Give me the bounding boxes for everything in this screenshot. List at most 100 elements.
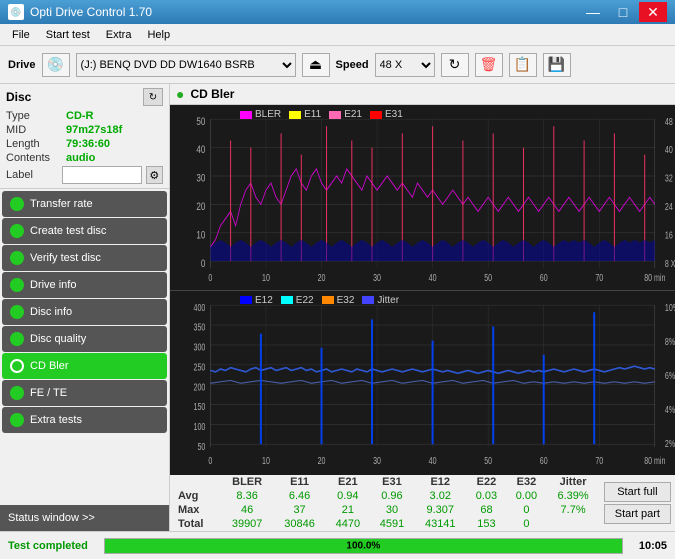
menu-extra[interactable]: Extra xyxy=(98,27,140,43)
status-window-label: Status window >> xyxy=(8,512,95,524)
nav-disc-info[interactable]: Disc info xyxy=(2,299,167,325)
legend-e32-label: E32 xyxy=(337,295,355,306)
avg-e12: 3.02 xyxy=(414,489,466,503)
svg-text:50: 50 xyxy=(484,454,492,466)
nav-extra-tests[interactable]: Extra tests xyxy=(2,407,167,433)
legend-e21: E21 xyxy=(329,109,362,120)
status-text: Test completed xyxy=(8,540,88,552)
disc-section: Disc ↻ Type CD-R MID 97m27s18f Length 79… xyxy=(0,84,169,189)
start-full-button[interactable]: Start full xyxy=(604,482,671,502)
maximize-button[interactable]: □ xyxy=(609,2,637,22)
legend-e12-label: E12 xyxy=(255,295,273,306)
total-bler: 39907 xyxy=(221,517,273,531)
max-e21: 21 xyxy=(326,503,370,517)
svg-text:20: 20 xyxy=(196,201,205,214)
total-jitter xyxy=(546,517,599,531)
nav-icon-cd-bler xyxy=(10,359,24,373)
legend-e22: E22 xyxy=(281,295,314,306)
save-button[interactable]: 💾 xyxy=(543,53,571,77)
nav-list: Transfer rate Create test disc Verify te… xyxy=(0,189,169,505)
svg-text:10: 10 xyxy=(262,272,270,284)
stats-header-e31: E31 xyxy=(370,475,414,489)
chart-title: CD Bler xyxy=(190,87,234,101)
svg-text:70: 70 xyxy=(595,454,603,466)
nav-transfer-rate[interactable]: Transfer rate xyxy=(2,191,167,217)
svg-text:4%: 4% xyxy=(665,403,675,415)
stats-max-row: Max 46 37 21 30 9.307 68 0 7.7% xyxy=(170,503,600,517)
total-e21: 4470 xyxy=(326,517,370,531)
max-bler: 46 xyxy=(221,503,273,517)
svg-text:8%: 8% xyxy=(665,335,675,347)
legend-jitter-label: Jitter xyxy=(377,295,399,306)
stats-avg-row: Avg 8.36 6.46 0.94 0.96 3.02 0.03 0.00 6… xyxy=(170,489,600,503)
status-window-btn[interactable]: Status window >> xyxy=(0,505,169,531)
stats-header-e12: E12 xyxy=(414,475,466,489)
svg-text:20: 20 xyxy=(318,272,326,284)
menu-file[interactable]: File xyxy=(4,27,38,43)
close-button[interactable]: ✕ xyxy=(639,2,667,22)
legend-e31-label: E31 xyxy=(385,109,403,120)
nav-label-create-test-disc: Create test disc xyxy=(30,225,106,237)
nav-disc-quality[interactable]: Disc quality xyxy=(2,326,167,352)
legend-e11-label: E11 xyxy=(304,109,321,120)
nav-icon-fe-te xyxy=(10,386,24,400)
svg-text:80 min: 80 min xyxy=(644,272,665,284)
svg-text:0: 0 xyxy=(208,454,212,466)
total-e31: 4591 xyxy=(370,517,414,531)
action-buttons: Start full Start part xyxy=(600,475,675,531)
svg-text:40: 40 xyxy=(429,272,437,284)
svg-text:350: 350 xyxy=(194,321,206,333)
svg-text:80 min: 80 min xyxy=(644,454,665,466)
nav-drive-info[interactable]: Drive info xyxy=(2,272,167,298)
svg-text:10%: 10% xyxy=(665,301,675,313)
nav-icon-disc-quality xyxy=(10,332,24,346)
app-icon: 💿 xyxy=(8,4,24,20)
scan-button[interactable]: 📋 xyxy=(509,53,537,77)
disc-settings-btn[interactable]: ⚙ xyxy=(146,166,163,184)
nav-fe-te[interactable]: FE / TE xyxy=(2,380,167,406)
nav-icon-transfer-rate xyxy=(10,197,24,211)
disc-refresh-btn[interactable]: ↻ xyxy=(143,88,163,106)
charts-container: BLER E11 E21 E31 xyxy=(170,105,675,475)
svg-text:8 X: 8 X xyxy=(665,258,675,270)
minimize-button[interactable]: — xyxy=(579,2,607,22)
nav-cd-bler[interactable]: CD Bler xyxy=(2,353,167,379)
svg-text:10: 10 xyxy=(196,229,205,242)
erase-button[interactable]: 🗑 xyxy=(475,53,503,77)
avg-e11: 6.46 xyxy=(273,489,325,503)
menu-start-test[interactable]: Start test xyxy=(38,27,98,43)
svg-text:20: 20 xyxy=(318,454,326,466)
total-e12: 43141 xyxy=(414,517,466,531)
type-label: Type xyxy=(6,110,66,122)
legend-e22-label: E22 xyxy=(296,295,314,306)
nav-create-test-disc[interactable]: Create test disc xyxy=(2,218,167,244)
legend-jitter: Jitter xyxy=(362,295,399,306)
speed-select[interactable]: 48 X xyxy=(375,53,435,77)
stats-table: BLER E11 E21 E31 E12 E22 E32 Jitter Avg xyxy=(170,475,600,531)
svg-text:2%: 2% xyxy=(665,437,675,449)
stats-header-e11: E11 xyxy=(273,475,325,489)
total-e32: 0 xyxy=(506,517,546,531)
svg-text:10: 10 xyxy=(262,454,270,466)
total-label: Total xyxy=(170,517,221,531)
svg-text:50: 50 xyxy=(197,440,205,452)
drive-select[interactable]: (J:) BENQ DVD DD DW1640 BSRB xyxy=(76,53,296,77)
eject-button[interactable]: ⏏ xyxy=(302,53,330,77)
lower-legend: E12 E22 E32 Jitter xyxy=(200,293,439,308)
drive-icon-btn[interactable]: 💿 xyxy=(42,53,70,77)
nav-icon-extra-tests xyxy=(10,413,24,427)
mid-value: 97m27s18f xyxy=(66,124,122,136)
svg-text:30: 30 xyxy=(373,272,381,284)
time-display: 10:05 xyxy=(639,540,667,552)
svg-text:48 X: 48 X xyxy=(665,116,675,128)
chart-upper: BLER E11 E21 E31 xyxy=(170,105,675,291)
refresh-button[interactable]: ↻ xyxy=(441,53,469,77)
disc-label-input[interactable] xyxy=(62,166,142,184)
nav-label-disc-info: Disc info xyxy=(30,306,72,318)
start-part-button[interactable]: Start part xyxy=(604,504,671,524)
legend-bler: BLER xyxy=(240,109,281,120)
nav-verify-test-disc[interactable]: Verify test disc xyxy=(2,245,167,271)
menu-help[interactable]: Help xyxy=(139,27,178,43)
svg-text:50: 50 xyxy=(484,272,492,284)
avg-bler: 8.36 xyxy=(221,489,273,503)
